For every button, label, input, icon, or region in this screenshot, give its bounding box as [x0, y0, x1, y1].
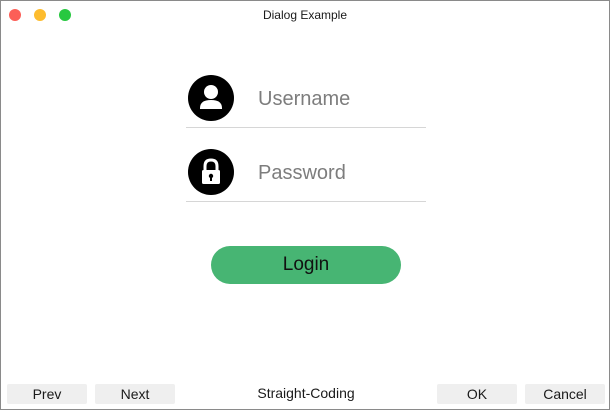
- username-underline: [186, 127, 426, 128]
- password-row: [186, 149, 426, 202]
- prev-button[interactable]: Prev: [7, 384, 87, 404]
- lock-icon: [188, 149, 234, 195]
- password-input[interactable]: [258, 159, 423, 187]
- username-row: [186, 75, 426, 128]
- cancel-button[interactable]: Cancel: [525, 384, 605, 404]
- brand-label: Straight-Coding: [257, 385, 355, 401]
- login-button[interactable]: Login: [211, 246, 401, 284]
- user-icon: [188, 75, 234, 121]
- username-input[interactable]: [258, 85, 423, 113]
- ok-button[interactable]: OK: [437, 384, 517, 404]
- password-underline: [186, 201, 426, 202]
- next-button[interactable]: Next: [95, 384, 175, 404]
- title-bar[interactable]: Dialog Example: [1, 1, 609, 28]
- window-title: Dialog Example: [262, 8, 348, 22]
- dialog-window: Dialog Example Login Prev Next Straight-…: [0, 0, 610, 410]
